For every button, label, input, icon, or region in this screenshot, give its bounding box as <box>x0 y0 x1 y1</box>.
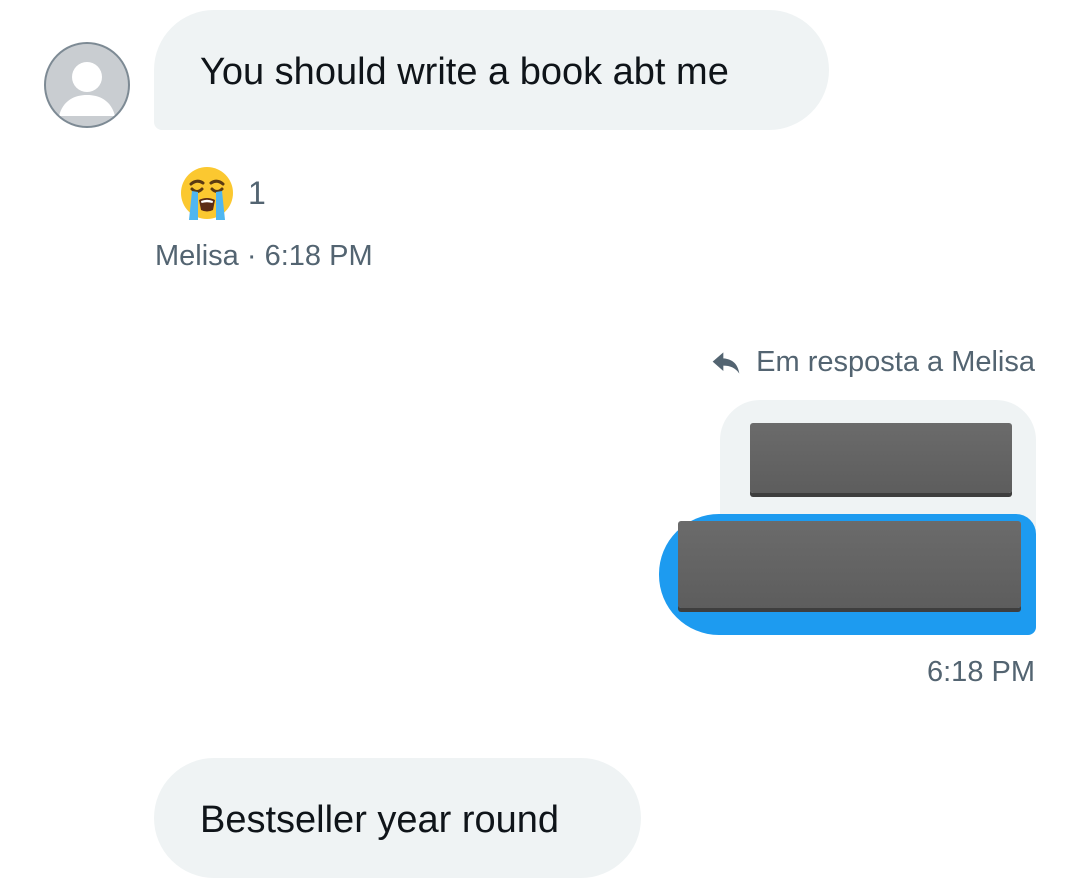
message-time: 6:18 PM <box>927 656 1035 688</box>
message-text: You should write a book abt me <box>200 51 729 93</box>
meta-separator: · <box>246 240 257 272</box>
redaction-block <box>750 423 1012 493</box>
reply-arrow-icon <box>710 347 742 379</box>
reaction-count: 1 <box>248 174 266 211</box>
message-meta: Melisa · 6:18 PM <box>155 240 373 273</box>
sender-avatar[interactable] <box>44 42 130 128</box>
message-time: 6:18 PM <box>264 240 373 272</box>
reply-reference[interactable]: Em resposta a Melisa <box>710 346 1035 379</box>
sender-name: Melisa <box>155 240 239 272</box>
message-bubble-incoming[interactable]: You should write a book abt me <box>154 10 829 130</box>
reply-label: Em resposta a Melisa <box>756 346 1035 378</box>
redaction-block <box>678 521 1021 608</box>
dm-conversation: You should write a book abt me 1 Melisa … <box>0 0 1080 888</box>
message-text: Bestseller year round <box>200 799 560 841</box>
message-reaction[interactable]: 1 <box>178 164 266 222</box>
loudly-crying-face-icon <box>178 164 236 222</box>
default-profile-icon <box>59 62 115 116</box>
message-bubble-incoming[interactable]: Bestseller year round <box>154 758 641 878</box>
